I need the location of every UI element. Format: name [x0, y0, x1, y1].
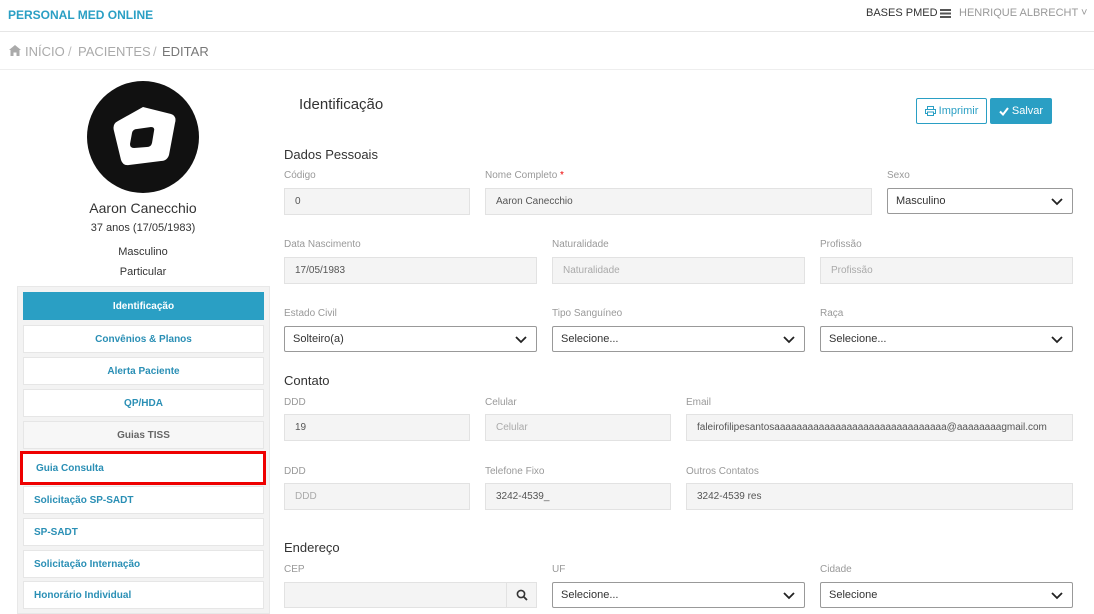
cep-field[interactable] [284, 582, 507, 608]
chevron-down-icon [1051, 198, 1063, 206]
cidade-select[interactable]: Selecione [820, 582, 1073, 608]
nasc-label: Data Nascimento [284, 239, 361, 250]
naturalidade-label: Naturalidade [552, 239, 609, 250]
printer-icon [924, 106, 936, 116]
ddd-field[interactable]: 19 [284, 414, 470, 441]
section-endereco: Endereço [284, 540, 340, 555]
raca-label: Raça [820, 308, 844, 319]
bases-label[interactable]: BASES PMED [866, 7, 938, 19]
email-label: Email [686, 397, 712, 408]
ddd2-label: DDD [284, 466, 306, 477]
uf-label: UF [552, 564, 566, 575]
breadcrumb-current: EDITAR [162, 44, 209, 59]
celular-field[interactable]: Celular [485, 414, 671, 441]
sexo-select[interactable]: Masculino [887, 188, 1073, 214]
print-button[interactable]: Imprimir [916, 98, 987, 124]
patient-sex: Masculino [118, 246, 168, 258]
database-icon [940, 9, 951, 18]
section-contato: Contato [284, 373, 330, 388]
codigo-label: Código [284, 170, 316, 181]
cidade-value: Selecione [829, 589, 878, 601]
chevron-down-icon [783, 336, 795, 344]
uf-value: Selecione... [561, 589, 619, 601]
print-label: Imprimir [938, 105, 979, 117]
nome-label: Nome Completo * [485, 170, 564, 181]
section-dados-pessoais: Dados Pessoais [284, 147, 378, 162]
tipo-sanguineo-select[interactable]: Selecione... [552, 326, 805, 352]
nav-guias-tiss[interactable]: Guias TISS [23, 421, 264, 449]
breadcrumb-patients[interactable]: PACIENTES [78, 44, 151, 59]
sexo-label: Sexo [887, 170, 910, 181]
nav-qp-hda[interactable]: QP/HDA [23, 389, 264, 417]
nav-honorario-individual[interactable]: Honorário Individual [23, 581, 264, 609]
chevron-down-icon [515, 336, 527, 344]
home-icon[interactable] [9, 45, 21, 56]
search-icon [516, 589, 528, 601]
nav-solicitacao-sp-sadt[interactable]: Solicitação SP-SADT [23, 486, 264, 514]
raca-select[interactable]: Selecione... [820, 326, 1073, 352]
nav-guia-consulta[interactable]: Guia Consulta [20, 451, 266, 485]
user-menu[interactable]: HENRIQUE ALBRECHT ˅ [959, 7, 1087, 19]
email-field[interactable]: faleirofilipesantosaaaaaaaaaaaaaaaaaaaaa… [686, 414, 1073, 441]
celular-label: Celular [485, 397, 517, 408]
nasc-field[interactable]: 17/05/1983 [284, 257, 537, 284]
totvs-logo-icon [113, 107, 176, 166]
avatar [87, 81, 199, 193]
brand-title[interactable]: PERSONAL MED ONLINE [8, 8, 153, 22]
page-title: Identificação [299, 96, 384, 113]
breadcrumb-separator: / [68, 44, 72, 59]
profissao-field[interactable]: Profissão [820, 257, 1073, 284]
nav-alerta-paciente[interactable]: Alerta Paciente [23, 357, 264, 385]
codigo-field[interactable]: 0 [284, 188, 470, 215]
chevron-down-icon [1051, 592, 1063, 600]
breadcrumb-home[interactable]: INÍCIO [25, 44, 65, 59]
naturalidade-field[interactable]: Naturalidade [552, 257, 805, 284]
chevron-down-icon [783, 592, 795, 600]
ddd2-field[interactable]: DDD [284, 483, 470, 510]
outros-contatos-label: Outros Contatos [686, 466, 759, 477]
raca-value: Selecione... [829, 333, 887, 345]
nav-solicitacao-internacao[interactable]: Solicitação Internação [23, 550, 264, 578]
ddd-label: DDD [284, 397, 306, 408]
save-label: Salvar [1011, 105, 1044, 117]
estado-civil-label: Estado Civil [284, 308, 337, 319]
nome-label-text: Nome Completo [485, 170, 558, 181]
chevron-down-icon [1051, 336, 1063, 344]
telefone-fixo-field[interactable]: 3242-4539_ [485, 483, 671, 510]
telefone-fixo-label: Telefone Fixo [485, 466, 545, 477]
cep-label: CEP [284, 564, 305, 575]
tipo-sanguineo-label: Tipo Sanguíneo [552, 308, 623, 319]
required-marker: * [560, 170, 564, 181]
estado-civil-value: Solteiro(a) [293, 333, 344, 345]
estado-civil-select[interactable]: Solteiro(a) [284, 326, 537, 352]
patient-plan: Particular [119, 266, 167, 278]
cep-search-button[interactable] [506, 582, 537, 608]
cidade-label: Cidade [820, 564, 852, 575]
nav-identificacao[interactable]: Identificação [23, 292, 264, 320]
breadcrumb-separator: / [153, 44, 157, 59]
sexo-value: Masculino [896, 195, 946, 207]
uf-select[interactable]: Selecione... [552, 582, 805, 608]
patient-age: 37 anos (17/05/1983) [90, 222, 196, 234]
patient-name: Aaron Canecchio [89, 200, 197, 216]
profissao-label: Profissão [820, 239, 862, 250]
tipo-sanguineo-value: Selecione... [561, 333, 619, 345]
outros-contatos-field[interactable]: 3242-4539 res [686, 483, 1073, 510]
nome-field[interactable]: Aaron Canecchio [485, 188, 872, 215]
check-icon [999, 106, 1009, 116]
save-button[interactable]: Salvar [990, 98, 1052, 124]
nav-sp-sadt[interactable]: SP-SADT [23, 518, 264, 546]
nav-convenios-planos[interactable]: Convênios & Planos [23, 325, 264, 353]
